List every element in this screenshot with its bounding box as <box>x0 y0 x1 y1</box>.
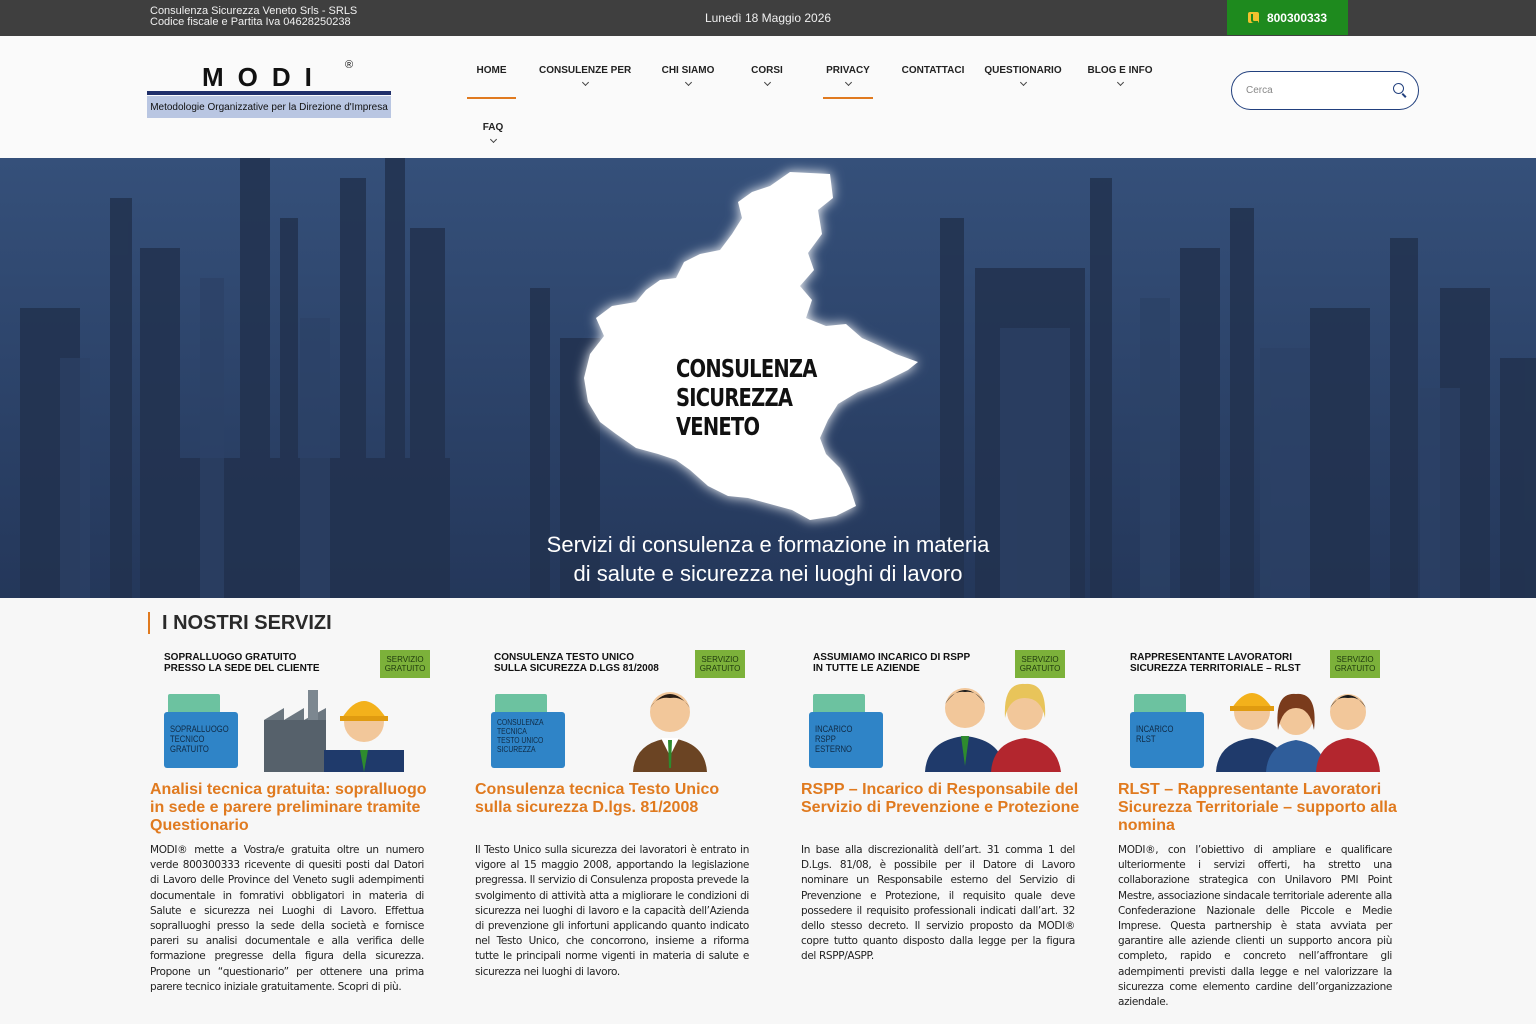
nav-home-label: HOME <box>476 65 507 76</box>
consultant-icon <box>633 692 707 772</box>
top-bar: Consulenza Sicurezza Veneto Srls - SRLS … <box>0 0 1536 36</box>
logo-letters: MODI <box>202 62 326 92</box>
map-title-line-3: VENETO <box>676 412 760 441</box>
hero-map-title: CONSULENZA SICUREZZA VENETO <box>676 354 817 441</box>
business-team-icon <box>925 683 1061 772</box>
service-card-body: MODI®, con l’obiettivo di ampliare e qua… <box>1118 844 1392 1009</box>
service-card-title[interactable]: RLST – Rappresentante Lavoratori Sicurez… <box>1118 781 1398 835</box>
nav-chi-siamo[interactable]: CHI SIAMO <box>659 65 717 87</box>
nav-faq[interactable]: FAQ <box>478 122 508 144</box>
folder-label: SOPRALLUOGO TECNICO GRATUITO <box>170 724 229 754</box>
search-icon[interactable] <box>1393 83 1404 94</box>
chevron-down-icon <box>844 78 852 87</box>
service-illustration: SOPRALLUOGO GRATUITO PRESSO LA SEDE DEL … <box>150 650 430 772</box>
services-section-title: I NOSTRI SERVIZI <box>148 612 332 634</box>
nav-privacy-label: PRIVACY <box>826 65 870 76</box>
folder-label: INCARICO RLST <box>1136 724 1174 744</box>
illustration-header: CONSULENZA TESTO UNICO SULLA SICUREZZA D… <box>494 652 659 674</box>
nav-contattaci[interactable]: CONTATTACI <box>899 65 967 76</box>
free-service-badge: SERVIZIO GRATUITO <box>1330 650 1380 678</box>
chevron-down-icon <box>684 78 692 87</box>
nav-active-underline <box>823 97 873 99</box>
chevron-down-icon <box>489 135 497 144</box>
hero-caption-line-2: di salute e sicurezza nei luoghi di lavo… <box>573 561 963 586</box>
chevron-down-icon <box>581 78 589 87</box>
folder-icon: CONSULENZA TECNICA TESTO UNICO SICUREZZA <box>491 694 565 768</box>
search-input[interactable] <box>1246 81 1376 99</box>
chevron-down-icon <box>1116 78 1124 87</box>
phone-icon <box>1247 12 1259 23</box>
nav-consulenze-per-label: CONSULENZE PER <box>539 65 632 76</box>
nav-chi-siamo-label: CHI SIAMO <box>661 65 715 76</box>
nav-blog-e-info[interactable]: BLOG E INFO <box>1087 65 1153 87</box>
illustration-header: SOPRALLUOGO GRATUITO PRESSO LA SEDE DEL … <box>164 652 320 674</box>
nav-consulenze-per[interactable]: CONSULENZE PER <box>539 65 632 87</box>
search-box <box>1231 71 1419 110</box>
site-header: MODI ® Metodologie Organizzative per la … <box>0 36 1536 158</box>
service-card-body: MODI® mette a Vostra/e gratuita oltre un… <box>150 844 424 993</box>
hero-banner: CONSULENZA SICUREZZA VENETO Servizi di c… <box>0 158 1536 598</box>
logo-registered-mark: ® <box>345 59 354 71</box>
nav-corsi-label: CORSI <box>751 65 783 76</box>
service-card-body: Il Testo Unico sulla sicurezza dei lavor… <box>475 844 749 978</box>
logo-bar <box>147 91 391 95</box>
folder-icon: INCARICO RSPP ESTERNO <box>809 694 883 768</box>
free-service-badge: SERVIZIO GRATUITO <box>695 650 745 678</box>
folder-icon: SOPRALLUOGO TECNICO GRATUITO <box>164 694 238 768</box>
folder-label: INCARICO RSPP ESTERNO <box>815 724 853 754</box>
folder-icon: INCARICO RLST <box>1130 694 1204 768</box>
site-logo[interactable]: MODI ® Metodologie Organizzative per la … <box>147 58 391 118</box>
logo-tagline: Metodologie Organizzative per la Direzio… <box>147 96 391 118</box>
chevron-down-icon <box>1019 78 1027 87</box>
illustration-header: ASSUMIAMO INCARICO DI RSPP IN TUTTE LE A… <box>813 652 971 674</box>
service-illustration: RAPPRESENTANTE LAVORATORI SICUREZZA TERR… <box>1118 650 1398 772</box>
service-illustration: ASSUMIAMO INCARICO DI RSPP IN TUTTE LE A… <box>801 650 1081 772</box>
nav-privacy[interactable]: PRIVACY <box>823 65 873 99</box>
map-title-line-1: CONSULENZA <box>676 354 817 383</box>
service-card-title[interactable]: RSPP – Incarico di Responsabile del Serv… <box>801 781 1081 817</box>
nav-questionario-label: QUESTIONARIO <box>984 65 1062 76</box>
nav-active-underline <box>467 97 516 99</box>
worker-representatives-icon <box>1216 693 1380 772</box>
free-service-badge: SERVIZIO GRATUITO <box>1015 650 1065 678</box>
nav-contattaci-label: CONTATTACI <box>901 65 965 76</box>
service-card-title[interactable]: Analisi tecnica gratuita: sopralluogo in… <box>150 781 430 835</box>
phone-button[interactable]: 800300333 <box>1227 0 1348 35</box>
map-title-line-2: SICUREZZA <box>676 383 793 412</box>
hero-caption: Servizi di consulenza e formazione in ma… <box>0 530 1536 588</box>
nav-corsi[interactable]: CORSI <box>747 65 787 87</box>
nav-questionario[interactable]: QUESTIONARIO <box>983 65 1063 87</box>
nav-home[interactable]: HOME <box>467 65 516 99</box>
hero-caption-line-1: Servizi di consulenza e formazione in ma… <box>546 532 990 557</box>
phone-number: 800300333 <box>1266 10 1328 25</box>
nav-blog-e-info-label: BLOG E INFO <box>1087 65 1153 76</box>
nav-faq-label: FAQ <box>482 122 504 133</box>
service-card-title[interactable]: Consulenza tecnica Testo Unico sulla sic… <box>475 781 755 817</box>
free-service-badge: SERVIZIO GRATUITO <box>380 650 430 678</box>
folder-label: CONSULENZA TECNICA TESTO UNICO SICUREZZA <box>497 718 544 754</box>
chevron-down-icon <box>763 78 771 87</box>
service-card-body: In base alla discrezionalità dell’art. 3… <box>801 844 1075 963</box>
illustration-header: RAPPRESENTANTE LAVORATORI SICUREZZA TERR… <box>1130 652 1301 674</box>
factory-worker-icon <box>264 690 404 772</box>
service-illustration: CONSULENZA TESTO UNICO SULLA SICUREZZA D… <box>475 650 755 772</box>
